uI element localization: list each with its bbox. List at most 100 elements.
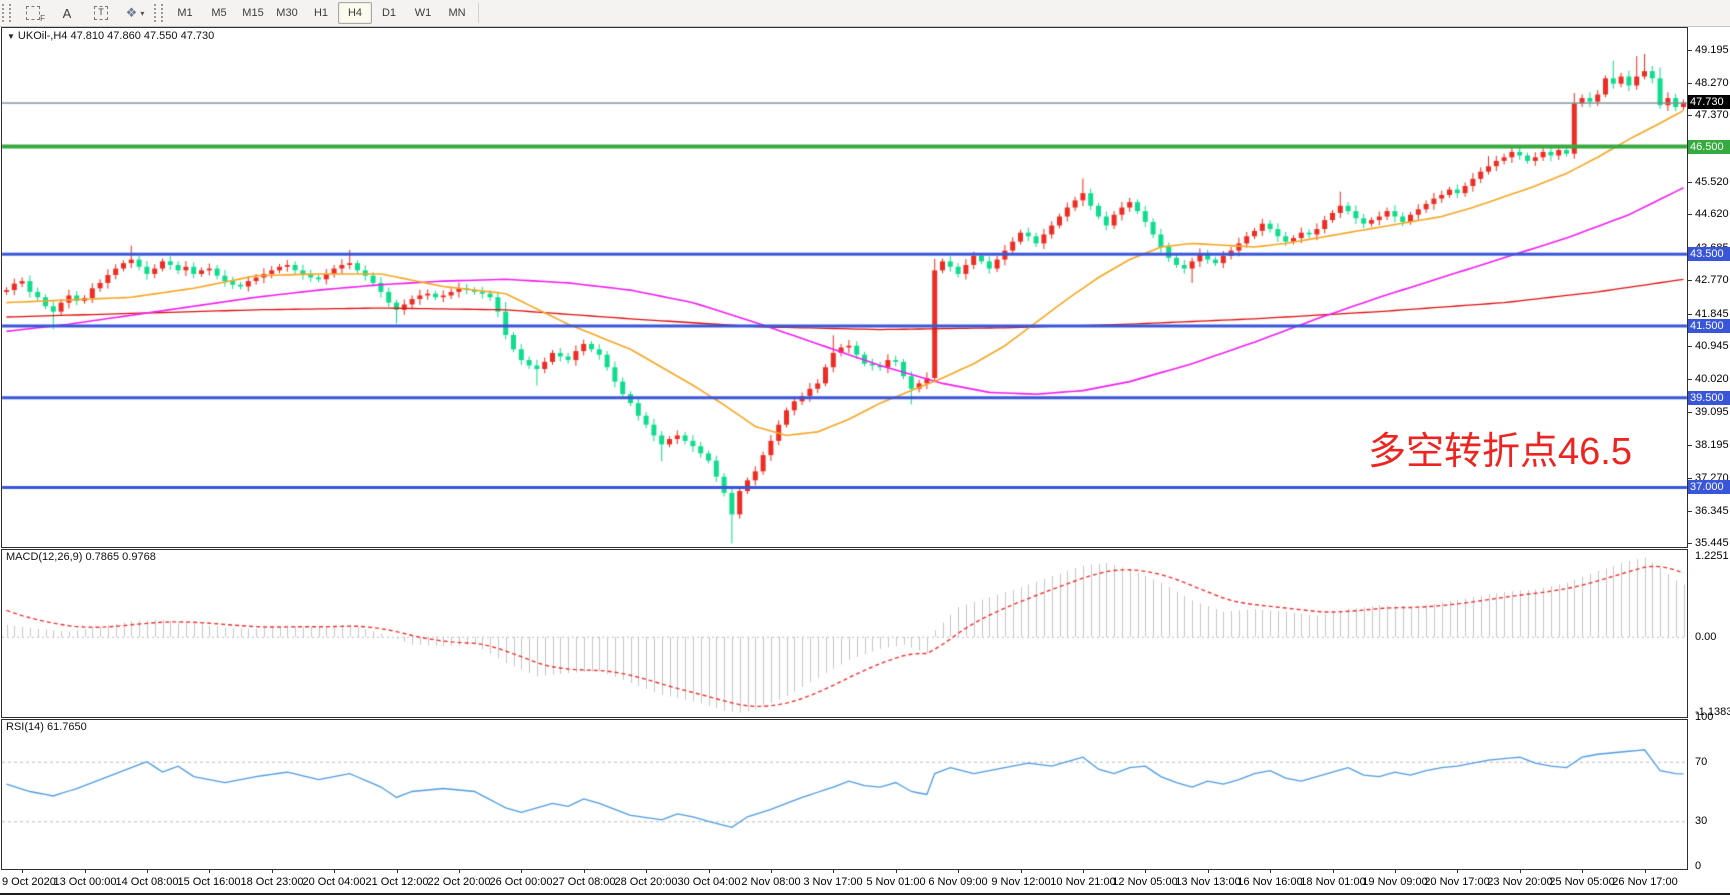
window-bottom-border: [0, 893, 1730, 895]
price-axis-label: 48.270: [1695, 77, 1729, 89]
price-axis-tick: [1687, 511, 1692, 512]
time-axis-tick: [85, 869, 86, 873]
time-axis-tick: [896, 869, 897, 873]
time-axis-tick: [1645, 869, 1646, 873]
time-axis-label: 27 Oct 08:00: [553, 876, 616, 888]
price-line-badge: 46.500: [1688, 140, 1730, 154]
time-axis-tick: [1021, 869, 1022, 873]
time-axis-tick: [1208, 869, 1209, 873]
time-axis-label: 13 Nov 13:00: [1175, 876, 1240, 888]
time-axis-label: 14 Oct 08:00: [116, 876, 179, 888]
price-line-badge: 37.000: [1688, 480, 1730, 494]
time-axis-label: 2 Nov 08:00: [741, 876, 800, 888]
time-axis-label: 30 Oct 04:00: [678, 876, 741, 888]
chart-dropdown-icon[interactable]: ▼: [7, 32, 15, 41]
time-axis-tick: [1520, 869, 1521, 873]
rsi-scale-label: 70: [1695, 756, 1707, 768]
time-axis-tick: [1395, 869, 1396, 873]
price-axis-tick: [1687, 445, 1692, 446]
time-axis-label: 3 Nov 17:00: [803, 876, 862, 888]
rsi-pane[interactable]: [1, 719, 1688, 870]
time-axis-label: 10 Nov 21:00: [1050, 876, 1115, 888]
rsi-scale-label: 0: [1695, 860, 1701, 872]
time-axis-label: 21 Oct 12:00: [366, 876, 429, 888]
price-axis-tick: [1687, 182, 1692, 183]
macd-pane[interactable]: [1, 549, 1688, 718]
macd-scale-label: 1.2251: [1695, 550, 1729, 562]
price-axis-label: 40.945: [1695, 340, 1729, 352]
time-axis-label: 13 Oct 00:00: [54, 876, 117, 888]
time-axis-label: 22 Oct 20:00: [428, 876, 491, 888]
time-axis-label: 9 Nov 12:00: [991, 876, 1050, 888]
time-axis-tick: [22, 869, 23, 873]
macd-scale-label: 0.00: [1695, 631, 1716, 643]
time-axis-tick: [584, 869, 585, 873]
time-axis-label: 28 Oct 20:00: [615, 876, 678, 888]
time-axis-tick: [771, 869, 772, 873]
time-axis-label: 25 Nov 05:00: [1549, 876, 1614, 888]
price-line-badge: 39.500: [1688, 391, 1730, 405]
price-axis-tick: [1687, 115, 1692, 116]
time-axis-tick: [1333, 869, 1334, 873]
price-axis-label: 47.370: [1695, 109, 1729, 121]
price-axis-tick: [1687, 214, 1692, 215]
time-axis-tick: [209, 869, 210, 873]
price-axis-tick: [1687, 280, 1692, 281]
time-axis-label: 26 Nov 17:00: [1612, 876, 1677, 888]
time-axis-label: 9 Oct 2020: [2, 876, 56, 888]
time-axis-tick: [334, 869, 335, 873]
time-axis-tick: [1270, 869, 1271, 873]
time-axis-label: 20 Oct 04:00: [303, 876, 366, 888]
time-axis-label: 5 Nov 01:00: [866, 876, 925, 888]
price-axis-label: 36.345: [1695, 505, 1729, 517]
price-axis-label: 35.445: [1695, 537, 1729, 549]
rsi-scale-label: 30: [1695, 815, 1707, 827]
time-axis-tick: [958, 869, 959, 873]
mt4-window: F A T ❖ ▾ M1M5M15M30H1H4D1W1MN ▼UKOil-,H…: [0, 0, 1730, 896]
time-axis-label: 20 Nov 17:00: [1424, 876, 1489, 888]
price-axis-label: 42.770: [1695, 274, 1729, 286]
price-line-badge: 41.500: [1688, 319, 1730, 333]
time-axis-tick: [147, 869, 148, 873]
time-axis-label: 15 Oct 16:00: [178, 876, 241, 888]
time-axis-tick: [1083, 869, 1084, 873]
time-axis-label: 6 Nov 09:00: [928, 876, 987, 888]
time-axis-tick: [459, 869, 460, 873]
symbol-ohlc-label[interactable]: ▼UKOil-,H4 47.810 47.860 47.550 47.730: [7, 30, 214, 42]
time-axis-tick: [1145, 869, 1146, 873]
time-axis-tick: [1582, 869, 1583, 873]
rsi-indicator-label: RSI(14) 61.7650: [6, 721, 87, 733]
price-axis-label: 44.620: [1695, 208, 1729, 220]
price-axis-tick: [1687, 346, 1692, 347]
time-axis-tick: [521, 869, 522, 873]
time-axis-label: 23 Nov 20:00: [1487, 876, 1552, 888]
price-axis-tick: [1687, 314, 1692, 315]
price-axis-label: 40.020: [1695, 373, 1729, 385]
time-axis-label: 18 Oct 23:00: [241, 876, 304, 888]
price-line-badge: 47.730: [1688, 95, 1730, 109]
time-axis-label: 12 Nov 05:00: [1112, 876, 1177, 888]
macd-indicator-label: MACD(12,26,9) 0.7865 0.9768: [6, 551, 156, 563]
time-axis-tick: [709, 869, 710, 873]
time-axis-label: 26 Oct 00:00: [490, 876, 553, 888]
time-axis-tick: [397, 869, 398, 873]
price-axis-label: 38.195: [1695, 439, 1729, 451]
time-axis-tick: [646, 869, 647, 873]
rsi-scale-label: 100: [1695, 711, 1713, 723]
time-axis-label: 16 Nov 16:00: [1237, 876, 1302, 888]
time-axis-tick: [833, 869, 834, 873]
price-axis-label: 45.520: [1695, 176, 1729, 188]
price-axis-label: 39.095: [1695, 406, 1729, 418]
chart-text-annotation: 多空转折点46.5: [1368, 420, 1632, 475]
price-line-badge: 43.500: [1688, 247, 1730, 261]
time-axis-tick: [1457, 869, 1458, 873]
price-axis-tick: [1687, 412, 1692, 413]
price-axis-tick: [1687, 50, 1692, 51]
price-axis-tick: [1687, 379, 1692, 380]
price-axis-tick: [1687, 478, 1692, 479]
time-axis-label: 18 Nov 01:00: [1300, 876, 1365, 888]
price-axis-tick: [1687, 83, 1692, 84]
price-axis-label: 49.195: [1695, 44, 1729, 56]
time-axis-label: 19 Nov 09:00: [1362, 876, 1427, 888]
price-axis-tick: [1687, 543, 1692, 544]
